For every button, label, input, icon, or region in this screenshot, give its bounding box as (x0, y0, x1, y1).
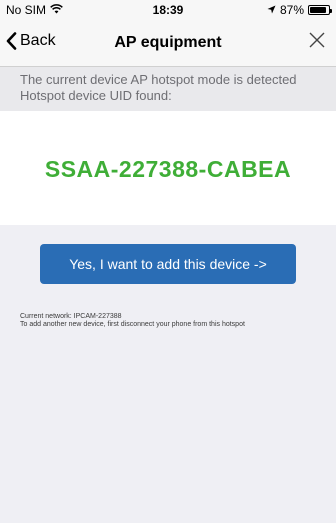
disconnect-instruction-text: To add another new device, first disconn… (20, 321, 245, 328)
battery-icon (308, 5, 332, 15)
close-button[interactable] (308, 31, 326, 54)
current-network-text: Current network: IPCAM-227388 (20, 313, 122, 320)
info-line-detected: The current device AP hotspot mode is de… (20, 72, 297, 87)
device-uid: SSAA-227388-CABEA (44, 156, 292, 182)
detection-info: The current device AP hotspot mode is de… (0, 67, 336, 111)
info-line-uid-found: Hotspot device UID found: (20, 88, 172, 103)
status-bar: No SIM 18:39 87% (0, 0, 336, 20)
close-icon (308, 32, 326, 53)
page-title: AP equipment (114, 34, 222, 51)
battery-percent: 87% (279, 3, 304, 17)
navigation-bar: Back AP equipment (0, 20, 336, 67)
status-right: 87% (267, 3, 332, 17)
battery-fill (310, 7, 326, 13)
uid-panel: SSAA-227388-CABEA (0, 111, 336, 225)
add-device-button[interactable]: Yes, I want to add this device -> (40, 244, 296, 284)
location-arrow-icon (267, 3, 276, 17)
network-notes: Current network: IPCAM-227388 To add ano… (20, 313, 330, 329)
